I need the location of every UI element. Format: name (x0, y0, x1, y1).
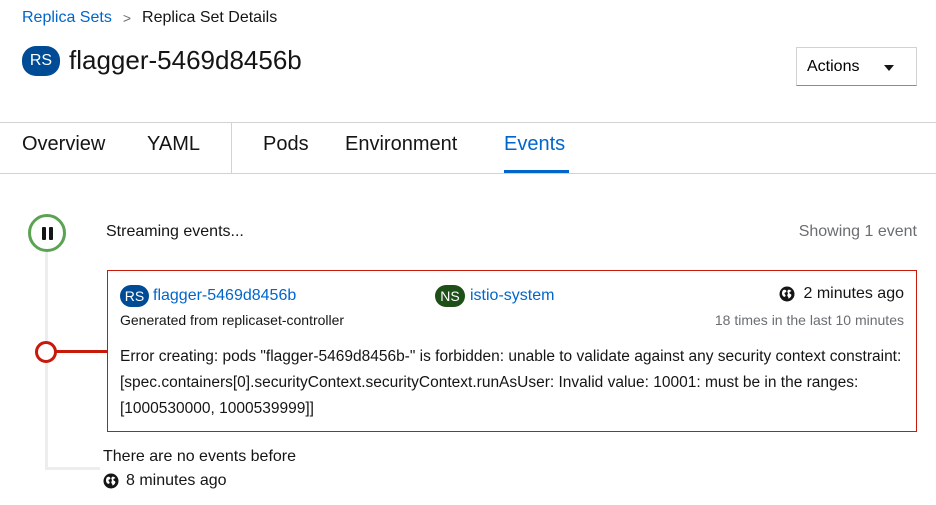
event-namespace-link[interactable]: istio-system (470, 287, 554, 305)
event-resource: RS flagger-5469d8456b (120, 285, 296, 307)
resource-badge: RS (120, 285, 149, 307)
actions-dropdown[interactable]: Actions (796, 47, 917, 86)
namespace-badge: NS (435, 285, 465, 307)
tab-environment[interactable]: Environment (345, 133, 457, 156)
actions-label: Actions (807, 57, 860, 75)
tabs-bottom-divider (0, 173, 936, 174)
resource-badge: RS (22, 45, 60, 76)
event-time-text: 2 minutes ago (803, 285, 904, 302)
tab-pods[interactable]: Pods (263, 133, 309, 156)
event-resource-link[interactable]: flagger-5469d8456b (153, 287, 296, 305)
globe-icon (779, 286, 795, 302)
timeline-end-line (45, 467, 100, 470)
page-header: RS flagger-5469d8456b (22, 45, 302, 76)
pause-streaming-button[interactable] (28, 214, 66, 252)
globe-icon (103, 473, 119, 489)
breadcrumb: Replica Sets > Replica Set Details (22, 9, 277, 27)
no-earlier-events-time-text: 8 minutes ago (126, 472, 227, 489)
streaming-status: Streaming events... (106, 223, 244, 240)
page-title: flagger-5469d8456b (69, 45, 302, 75)
event-source: Generated from replicaset-controller (120, 312, 345, 328)
tab-yaml[interactable]: YAML (147, 133, 200, 156)
pause-icon (41, 226, 46, 240)
event-card: RS flagger-5469d8456b NS istio-system 2 … (107, 270, 917, 432)
tab-overview[interactable]: Overview (22, 133, 105, 156)
event-message: Error creating: pods "flagger-5469d8456b… (120, 348, 902, 417)
no-earlier-events-text: There are no events before (103, 448, 297, 465)
tabs-top-divider (0, 122, 936, 123)
breadcrumb-separator-icon: > (122, 10, 132, 26)
caret-down-icon (884, 65, 894, 71)
event-count: Showing 1 event (798, 223, 917, 240)
breadcrumb-replica-sets-link[interactable]: Replica Sets (22, 9, 112, 27)
event-marker-icon (35, 341, 57, 363)
event-namespace: NS istio-system (435, 285, 554, 307)
event-repeat-count: 18 times in the last 10 minutes (714, 312, 904, 328)
tab-group-divider (231, 123, 232, 173)
tab-events[interactable]: Events (504, 133, 565, 156)
event-timestamp: 2 minutes ago (779, 285, 904, 303)
breadcrumb-current: Replica Set Details (142, 9, 278, 26)
event-connector-line (56, 350, 107, 353)
no-earlier-events-time: 8 minutes ago (103, 472, 227, 490)
